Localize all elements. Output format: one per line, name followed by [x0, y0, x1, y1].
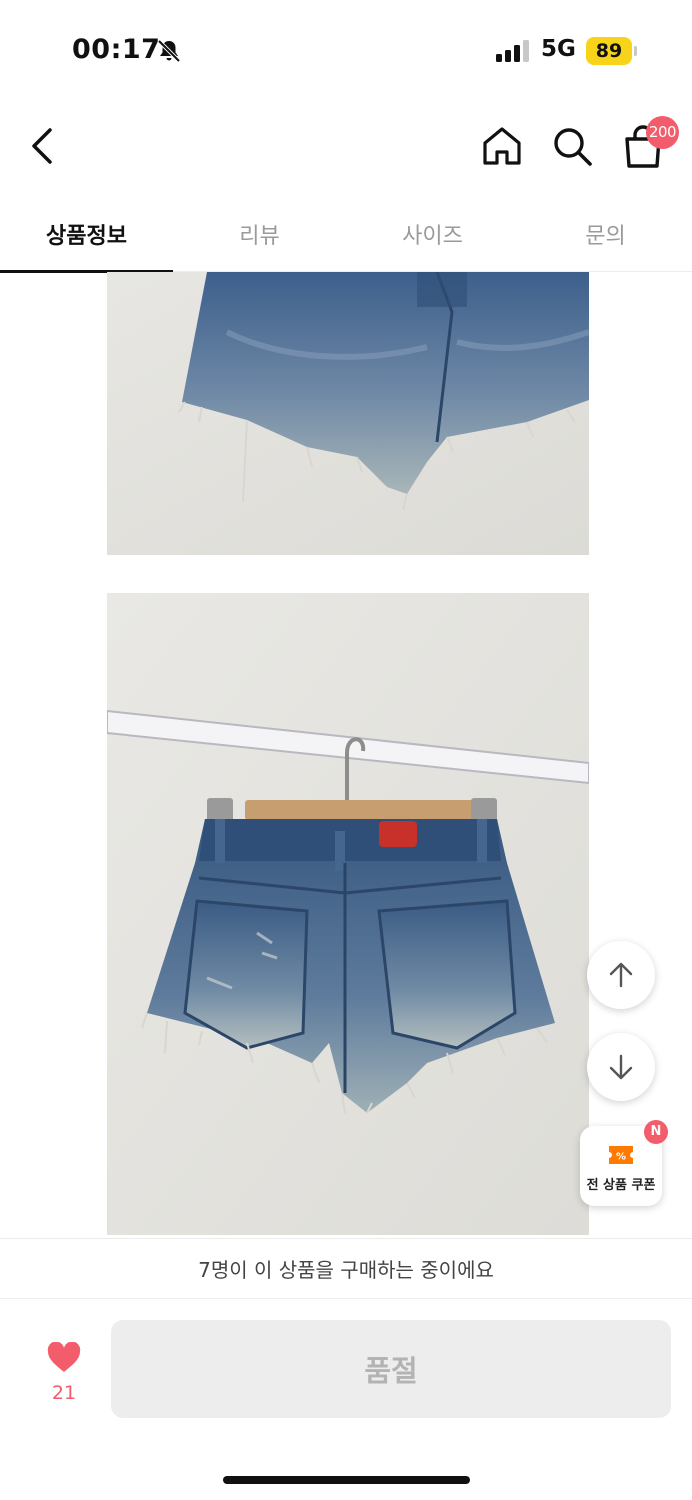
like-count: 21: [51, 1382, 77, 1404]
new-badge: N: [644, 1120, 668, 1144]
status-bar: 00:17 5G 89: [0, 0, 692, 100]
nav-bar: [0, 100, 692, 195]
tab-inquiry[interactable]: 문의: [519, 195, 692, 272]
battery-icon: 89: [586, 37, 632, 65]
network-type: 5G: [541, 36, 576, 62]
like-button[interactable]: 21: [38, 1340, 90, 1410]
product-image: [107, 593, 589, 1235]
heart-icon: [47, 1342, 81, 1372]
scroll-up-button[interactable]: [587, 941, 655, 1009]
home-icon[interactable]: [478, 122, 526, 170]
back-icon[interactable]: [20, 124, 64, 168]
product-image: [107, 272, 589, 555]
scroll-down-button[interactable]: [587, 1033, 655, 1101]
signal-icon: [496, 40, 529, 62]
live-buyers-banner: 7명이 이 상품을 구매하는 중이에요: [0, 1238, 692, 1299]
tab-size[interactable]: 사이즈: [346, 195, 519, 272]
cart-count-badge: 200: [646, 116, 679, 149]
arrow-up-icon: [609, 962, 633, 988]
bell-slash-icon: [157, 39, 181, 63]
search-icon[interactable]: [548, 122, 596, 170]
bottom-action-bar: 21 품절: [0, 1300, 692, 1500]
tab-reviews[interactable]: 리뷰: [173, 195, 346, 272]
sold-out-button[interactable]: 품절: [111, 1320, 671, 1418]
arrow-down-icon: [609, 1054, 633, 1080]
status-time: 00:17: [72, 34, 161, 65]
product-tabs: 상품정보 리뷰 사이즈 문의: [0, 195, 692, 273]
svg-text:%: %: [616, 1152, 626, 1163]
tab-product-info[interactable]: 상품정보: [0, 195, 173, 273]
battery-cap: [634, 46, 637, 56]
coupon-label: 전 상품 쿠폰: [586, 1178, 656, 1193]
coupon-icon: %: [609, 1146, 633, 1164]
home-indicator: [223, 1476, 470, 1484]
